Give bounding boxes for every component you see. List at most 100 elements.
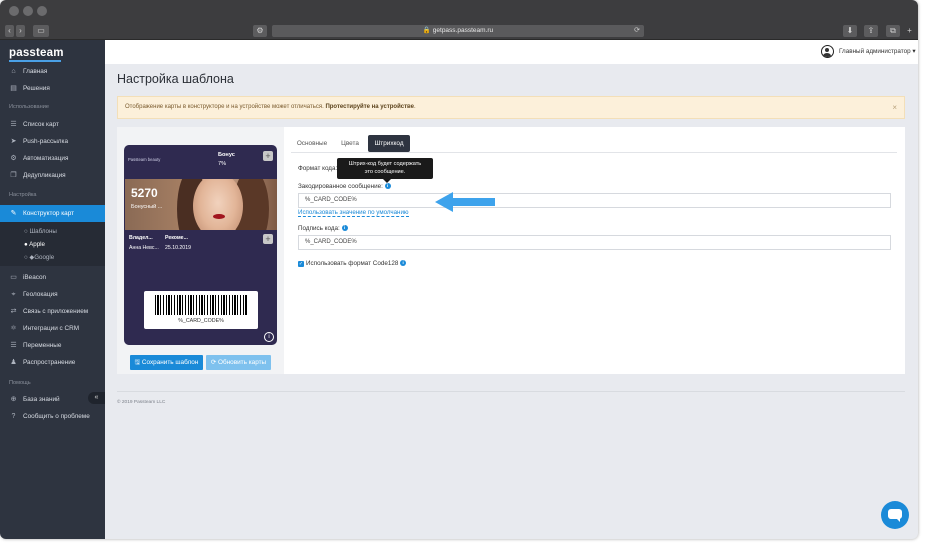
label-text: Закодированное сообщение: [298,183,383,190]
tabs-icon[interactable]: ⧉ [886,25,900,37]
sidebar-item-geo[interactable]: ⌖ Геолокация [0,287,105,303]
pass-barcode[interactable]: %_CARD_CODE% [144,291,258,329]
section-usage: Использование [9,104,49,110]
arrow-annotation-icon [435,192,495,212]
builder-subnav: ○ Шаблоны ● Apple ○ ◆Google [0,222,105,266]
sidebar-collapse-button[interactable]: « [88,392,105,404]
pass-preview: Passteam beauty Бонус 7% + 5270 Бонусный… [124,145,277,345]
footer-divider [117,391,905,392]
reload-icon[interactable]: ⟳ [634,25,640,37]
location-icon: ⌖ [11,291,16,298]
logo-underline [9,60,61,62]
add-header-field-button[interactable]: + [263,151,273,161]
copy-icon: ❐ [10,172,17,179]
download-icon[interactable]: ⬇ [843,25,857,37]
pass-primary-label: Бонусный ... [131,204,163,210]
back-button[interactable]: ‹ [5,25,14,37]
pass-info-icon[interactable]: i [264,332,274,342]
user-menu[interactable]: Главный администратор ▾ [839,48,916,55]
tab-basic[interactable]: Основные [293,135,331,152]
link-icon: ⇄ [10,308,17,315]
sidebar-item-cards[interactable]: ☰ Список карт [0,117,105,133]
url-text: getpass.passteam.ru [432,27,494,34]
info-icon[interactable]: i [341,225,348,232]
tab-barcode[interactable]: Штрихкод [368,135,410,152]
pass-field-label: Рекоме... [165,235,188,241]
minimize-window-button[interactable] [23,6,33,16]
sidebar-item-home[interactable]: ⌂ Главная [0,64,105,80]
tooltip-line: Штрих-код будет содержать [348,161,422,167]
settings-icon[interactable]: ⚙ [253,25,267,37]
info-icon[interactable]: i [400,260,407,267]
bell-icon: ♟ [10,359,17,366]
sidebar-item-duplication[interactable]: ❐ Дедупликация [0,168,105,184]
address-bar[interactable]: 🔒 getpass.passteam.ru ⟳ [272,25,644,37]
code128-checkbox[interactable]: ✓ [298,261,304,267]
sidebar-item-label: iBeacon [23,274,47,281]
sidebar-item-distribution[interactable]: ♟ Распространение [0,355,105,371]
sidebar-item-label: Список карт [23,121,59,128]
tab-colors[interactable]: Цвета [336,135,364,152]
caption-input[interactable]: %_CARD_CODE% [298,235,891,250]
sidebar-item-automation[interactable]: ⚙ Автоматизация [0,151,105,167]
strip-photo-lips [213,214,225,219]
share-icon[interactable]: ⇪ [864,25,878,37]
page-title: Настройка шаблона [117,72,234,86]
template-panel: Passteam beauty Бонус 7% + 5270 Бонусный… [117,127,905,374]
sidebar-item-builder[interactable]: ✎ Конструктор карт [0,205,105,222]
sidebar-item-solutions[interactable]: ▤ Решения [0,81,105,97]
gear-icon: ⚙ [10,155,17,162]
subnav-apple[interactable]: ● Apple [24,241,45,248]
sidebar: passteam ⌂ Главная ▤ Решения Использование… [0,40,105,539]
subnav-google[interactable]: ○ ◆Google [24,254,54,261]
alert-close-button[interactable]: × [892,97,897,118]
new-tab-icon[interactable]: + [905,25,914,37]
pass-logo[interactable]: Passteam beauty [128,157,160,162]
label-text: Подпись кода: [298,225,340,232]
browser-window: ‹ › ▭ ⚙ 🔒 getpass.passteam.ru ⟳ ⬇ ⇪ ⧉ + … [0,0,918,539]
list-icon: ▤ [10,85,17,92]
list-icon: ☰ [10,121,17,128]
forward-button[interactable]: › [16,25,25,37]
sidebar-item-apps[interactable]: ⇄ Связь с приложением [0,304,105,320]
sidebar-item-push[interactable]: ➤ Push-рассылка [0,134,105,150]
close-window-button[interactable] [9,6,19,16]
pass-header-label: Бонус [218,152,235,158]
logo[interactable]: passteam [9,47,64,59]
use-default-link[interactable]: Использовать значение по умолчанию [298,209,409,217]
subnav-label: Google [34,254,55,261]
add-field-button[interactable]: + [263,234,273,244]
barcode-caption: %_CARD_CODE% [178,318,224,324]
title-bar [0,0,918,22]
strip-photo-face [193,179,243,230]
list-icon: ☰ [10,342,17,349]
chat-button[interactable] [881,501,909,529]
sidebar-item-label: Переменные [23,342,62,349]
tooltip: Штрих-код будет содержать это сообщение. [337,158,433,183]
pass-strip-image[interactable]: 5270 Бонусный ... [125,179,277,230]
lifebuoy-icon: ⊕ [10,396,17,403]
caption-label: Подпись кода: i [298,225,348,232]
update-cards-button[interactable]: ⟳ Обновить карты [206,355,271,370]
encoded-message-input[interactable]: %_CARD_CODE% [298,193,891,208]
info-icon[interactable]: i [384,183,391,190]
maximize-window-button[interactable] [37,6,47,16]
sidebar-item-report[interactable]: ? Сообщить о проблеме [0,409,105,425]
pass-primary-value: 5270 [131,186,158,200]
sidebar-item-crm[interactable]: ⚛ Интеграции с CRM [0,321,105,337]
avatar[interactable] [821,45,834,58]
save-template-button[interactable]: 🖫 Сохранить шаблон [130,355,203,370]
pass-header-value: 7% [218,161,227,167]
sidebar-item-label: Распространение [23,359,76,366]
sidebar-item-ibeacon[interactable]: ▭ iBeacon [0,270,105,286]
chat-bubble-tail [896,518,900,522]
sidebar-toggle-icon[interactable]: ▭ [33,25,49,37]
subnav-templates[interactable]: ○ Шаблоны [24,228,57,235]
browser-toolbar: ‹ › ▭ ⚙ 🔒 getpass.passteam.ru ⟳ ⬇ ⇪ ⧉ + [0,22,918,40]
section-help: Помощь [9,380,31,386]
sidebar-item-vars[interactable]: ☰ Переменные [0,338,105,354]
alert-banner: Отображение карты в конструкторе и на ус… [117,96,905,119]
footer-copyright: © 2019 Passteam LLC [117,400,166,405]
home-icon: ⌂ [11,68,16,75]
monitor-icon: ▭ [10,274,17,281]
